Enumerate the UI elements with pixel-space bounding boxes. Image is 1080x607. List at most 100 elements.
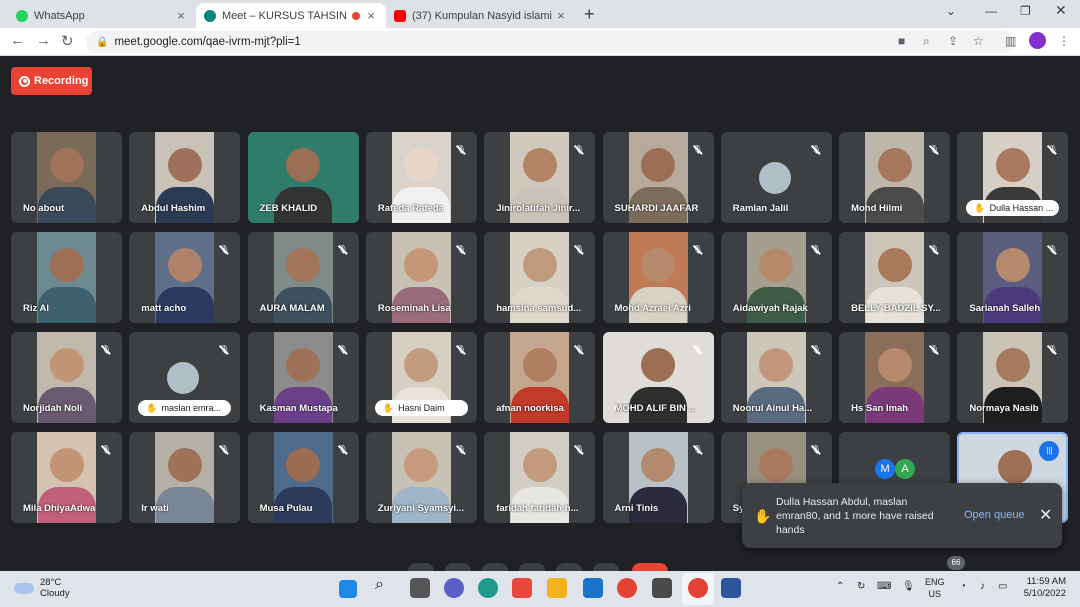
mail-icon[interactable] [583, 578, 603, 598]
control-button[interactable] [445, 563, 471, 571]
bookmark-star-icon[interactable]: ☆ [973, 34, 984, 48]
chrome-profile-icon[interactable] [688, 578, 708, 598]
chrome-icon[interactable] [617, 578, 637, 598]
participant-tile[interactable]: 🎙 Kasman Mustapa [247, 332, 359, 423]
participant-tile[interactable]: 🎙 Arni Tinis [602, 432, 714, 523]
participant-tile[interactable]: Abdul Hashim [129, 132, 241, 223]
store-icon[interactable] [512, 578, 532, 598]
keyboard-icon[interactable]: ⌨ [877, 581, 891, 592]
participant-tile[interactable]: 🎙 SUHARDI JAAFAR [602, 132, 714, 223]
participant-face [167, 448, 202, 482]
control-button[interactable] [556, 563, 582, 571]
tab-youtube[interactable]: (37) Kumpulan Nasyid islami term × [386, 3, 576, 28]
tab-whatsapp[interactable]: WhatsApp × [8, 3, 196, 28]
profile-avatar[interactable] [1029, 32, 1046, 49]
participant-tile[interactable]: 🎙 Rafeda Rafeda [365, 132, 477, 223]
participant-tile[interactable]: 🎙 faridah faridah h... [484, 432, 596, 523]
side-panel-icon[interactable]: ▥ [1005, 34, 1016, 48]
participant-name: faridah faridah h... [496, 503, 579, 514]
participant-tile[interactable]: 🎙 Normaya Nasib [957, 332, 1069, 423]
battery-icon[interactable]: ▭ [998, 581, 1007, 592]
mic-off-icon: 🎙 [99, 343, 113, 357]
search-icon[interactable]: ⌕ [375, 576, 395, 596]
toast-message: Dulla Hassan Abdul, maslan emran80, and … [776, 496, 934, 536]
close-icon[interactable]: × [174, 8, 188, 23]
language-indicator[interactable]: ENG US [925, 576, 945, 600]
url-input[interactable]: 🔒 meet.google.com/qae-ivrm-mjt?pli=1 [86, 31, 1014, 53]
calculator-icon[interactable] [652, 578, 672, 598]
mic-off-icon: 🎙 [809, 243, 823, 257]
tab-meet[interactable]: Meet – KURSUS TAHSIN AL-Q × [196, 3, 386, 28]
participant-tile[interactable]: 🎙 Noorul Ainul Ha... [720, 332, 832, 423]
participant-tile[interactable]: 🎙 Jinirolatifah Jinir... [484, 132, 596, 223]
raised-hand-icon: ✋ [974, 202, 986, 213]
system-clock[interactable]: 11:59 AM 5/10/2022 [1018, 576, 1066, 600]
participant-tile[interactable]: 🎙 Norjidah Noli [11, 332, 122, 423]
volume-icon[interactable]: ♪ [980, 581, 985, 592]
chat-icon[interactable] [444, 578, 464, 598]
participant-tile[interactable]: 🎙 afnan noorkisa [484, 332, 596, 423]
windows-start-icon[interactable] [339, 580, 357, 598]
microphone-icon[interactable]: 🎙 [902, 581, 915, 592]
participant-tile[interactable]: 🎙 Roseminah Lisa [365, 232, 477, 323]
participant-tile[interactable]: 🎙 ✋ maslan emra... [129, 332, 241, 423]
participant-tile[interactable]: 🎙 AURA MALAM [247, 232, 359, 323]
menu-icon[interactable]: ⋮ [1058, 34, 1070, 48]
share-icon[interactable]: ⇪ [948, 34, 958, 48]
participant-tile[interactable]: No about [11, 132, 122, 223]
leave-call-button[interactable] [632, 563, 668, 571]
participant-tile[interactable]: ZEB KHALID [247, 132, 359, 223]
close-window-button[interactable]: ✕ [1055, 2, 1067, 19]
weather-widget[interactable]: 28°C Cloudy [14, 577, 70, 599]
control-button[interactable] [482, 563, 508, 571]
chevron-up-icon[interactable]: ⌃ [836, 581, 844, 592]
zoom-icon[interactable]: ⌕ [923, 34, 930, 49]
participant-tile[interactable]: 🎙 Sarianah Salleh [957, 232, 1069, 323]
participant-tile[interactable]: 🎙 Hs San Imah [839, 332, 951, 423]
file-explorer-icon[interactable] [547, 578, 567, 598]
participant-tile[interactable]: 🎙 Mila DhiyaAdwa [11, 432, 122, 523]
participant-tile[interactable]: 🎙 BELLY BADZIL SY... [839, 232, 951, 323]
participant-avatar [758, 162, 791, 194]
participant-tile[interactable]: 🎙 matt acho [129, 232, 241, 323]
participant-tile[interactable]: 🎙 MOHD ALIF BIN ... [602, 332, 714, 423]
recording-badge[interactable]: Recording [11, 67, 92, 95]
participant-tile[interactable]: 🎙 Mohd Hilmi [839, 132, 951, 223]
sync-icon[interactable]: ↻ [857, 581, 865, 592]
participant-tile[interactable]: 🎙 Musa Pulau [247, 432, 359, 523]
participant-tile[interactable]: 🎙 Ir wati [129, 432, 241, 523]
participant-tile[interactable]: 🎙 Ramlan Jalil [720, 132, 832, 223]
recording-label: Recording [34, 75, 89, 87]
participant-name: Mohd Hilmi [851, 203, 903, 214]
camera-icon[interactable]: ■ [898, 34, 905, 48]
edge-icon[interactable] [478, 578, 498, 598]
participant-tile[interactable]: 🎙 Zuriyani Syamsyi... [365, 432, 477, 523]
word-icon[interactable] [721, 578, 741, 598]
raised-hand-name-pill: ✋ Hasni Daim [374, 400, 468, 416]
participant-tile[interactable]: 🎙 ✋ Hasni Daim [365, 332, 477, 423]
participant-tile[interactable]: Riz Al [11, 232, 122, 323]
minimize-button[interactable]: — [985, 4, 997, 18]
open-queue-button[interactable]: Open queue [964, 509, 1025, 521]
control-button[interactable] [593, 563, 619, 571]
browser-tab-bar: WhatsApp × Meet – KURSUS TAHSIN AL-Q × (… [0, 0, 1080, 28]
participant-name: Roseminah Lisa [377, 303, 451, 314]
participant-tile[interactable]: 🎙 Mohd Azraei Azri [602, 232, 714, 323]
forward-icon[interactable]: → [36, 32, 51, 49]
mic-off-icon: 🎙 [572, 243, 586, 257]
control-button[interactable] [519, 563, 545, 571]
participant-tile[interactable]: 🎙 Aidawiyah Rajak [720, 232, 832, 323]
participant-tile[interactable]: 🎙 hamsina samsud... [484, 232, 596, 323]
close-icon[interactable]: × [554, 8, 568, 23]
control-button[interactable] [408, 563, 434, 571]
back-icon[interactable]: ← [10, 32, 25, 49]
task-view-icon[interactable] [410, 578, 430, 598]
close-toast-button[interactable]: ✕ [1039, 505, 1052, 525]
maximize-button[interactable]: ❐ [1020, 4, 1031, 18]
reload-icon[interactable]: ↻ [61, 32, 74, 50]
close-icon[interactable]: × [364, 8, 378, 23]
new-tab-button[interactable]: + [584, 4, 595, 25]
participant-tile[interactable]: 🎙 ✋ Dulla Hassan ... [957, 132, 1069, 223]
wifi-icon[interactable]: ◔ [960, 581, 966, 592]
tab-search-icon[interactable]: ⌄ [946, 4, 956, 18]
